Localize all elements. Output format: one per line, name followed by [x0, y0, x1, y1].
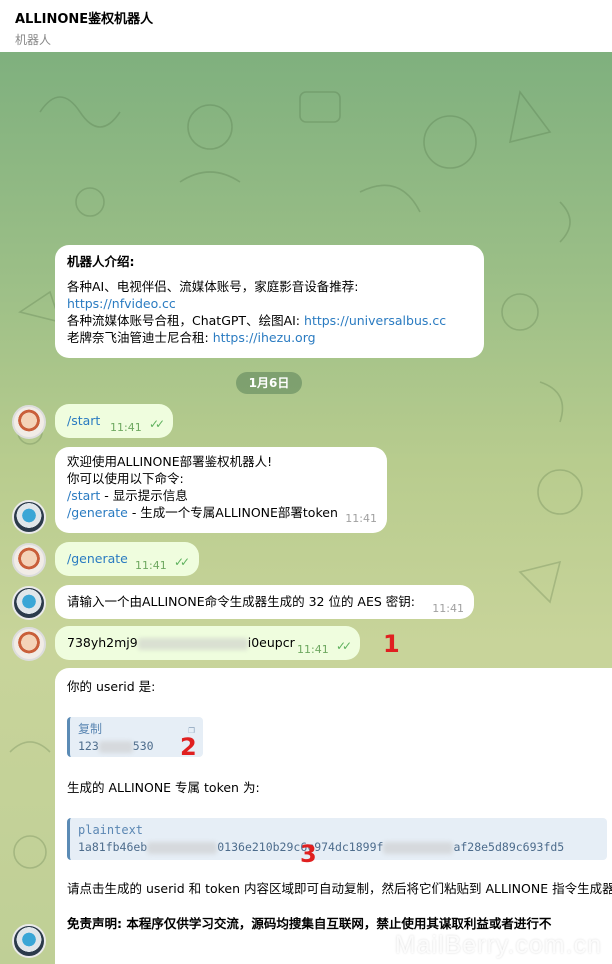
intro-line3-text: 老牌奈飞油管迪士尼合租: — [67, 330, 209, 345]
intro-line1: 各种AI、电视伴侣、流媒体账号，家庭影音设备推荐: — [67, 279, 359, 294]
message-time: 11:41 — [110, 421, 142, 434]
code-language: plaintext — [78, 823, 144, 837]
intro-link2[interactable]: https://universalbus.cc — [304, 313, 446, 328]
token-part4: af28e5d89c693fd5 — [453, 840, 565, 854]
welcome-cmd2-desc: - 生成一个专属ALLINONE部署token — [127, 505, 338, 520]
welcome-line2: 你可以使用以下命令: — [67, 471, 184, 486]
welcome-cmd1-desc: - 显示提示信息 — [100, 488, 188, 503]
start-message[interactable]: /start 11:41 ✓✓ — [55, 404, 173, 438]
bot-avatar[interactable] — [12, 924, 46, 958]
chat-title: ALLINONE鉴权机器人 — [15, 12, 154, 27]
aes-key-end: i0eupcr — [247, 635, 295, 650]
aes-key-start: 738yh2mj9 — [67, 635, 138, 650]
chat-header[interactable]: ALLINONE鉴权机器人 机器人 — [0, 0, 612, 52]
generate-command[interactable]: /generate — [67, 551, 128, 566]
message-time: 11:41 — [345, 512, 377, 525]
disclaimer-text: 免责声明: 本程序仅供学习交流，源码均搜集自互联网，禁止使用其谋取利益或者进行不 — [67, 916, 552, 931]
start-command[interactable]: /start — [67, 413, 100, 428]
user-avatar[interactable] — [12, 543, 46, 577]
welcome-cmd1-row: /start - 显示提示信息 — [67, 487, 375, 504]
redacted-mask — [137, 637, 248, 650]
watermark: MailBerry.com.cn — [394, 931, 602, 959]
welcome-cmd2[interactable]: /generate — [67, 505, 128, 520]
generate-message[interactable]: /generate 11:41 ✓✓ — [55, 542, 199, 576]
intro-line2-text: 各种流媒体账号合租，ChatGPT、绘图AI: — [67, 313, 301, 328]
intro-line3: 老牌奈飞油管迪士尼合租: https://ihezu.org — [67, 329, 472, 346]
intro-message[interactable]: 机器人介绍: 各种AI、电视伴侣、流媒体账号，家庭影音设备推荐: https:/… — [55, 245, 484, 358]
redacted-mask — [147, 841, 218, 854]
message-time: 11:41 — [297, 643, 329, 656]
message-time: 11:41 — [135, 559, 167, 572]
aes-key-message[interactable]: 738yh2mj9 i0eupcr 11:41 ✓✓ — [55, 626, 360, 660]
chat-area[interactable]: 机器人介绍: 各种AI、电视伴侣、流媒体账号，家庭影音设备推荐: https:/… — [0, 52, 612, 964]
intro-line2: 各种流媒体账号合租，ChatGPT、绘图AI: https://universa… — [67, 312, 472, 329]
annotation-marker-2: 2 — [180, 733, 197, 761]
welcome-message[interactable]: 欢迎使用ALLINONE部署鉴权机器人! 你可以使用以下命令: /start -… — [55, 447, 387, 533]
userid-end: 530 — [132, 739, 154, 753]
welcome-cmd2-row: /generate - 生成一个专属ALLINONE部署token — [67, 504, 375, 521]
welcome-line1: 欢迎使用ALLINONE部署鉴权机器人! — [67, 454, 273, 469]
bot-avatar[interactable] — [12, 500, 46, 534]
aes-prompt-message[interactable]: 请输入一个由ALLINONE命令生成器生成的 32 位的 AES 密钥: 11:… — [55, 585, 474, 619]
user-avatar[interactable] — [12, 627, 46, 661]
bot-avatar[interactable] — [12, 586, 46, 620]
userid-start: 123 — [78, 739, 99, 753]
redacted-mask — [383, 841, 454, 854]
intro-heading: 机器人介绍: — [67, 254, 135, 269]
token-value[interactable]: 1a81fb46eb 0136e210b29c6c974dc1899f af28e5… — [78, 839, 599, 856]
instruction-text: 请点击生成的 userid 和 token 内容区域即可自动复制，然后将它们粘贴… — [67, 881, 612, 896]
read-check-icon: ✓✓ — [174, 555, 190, 569]
read-check-icon: ✓✓ — [336, 639, 352, 653]
intro-link1[interactable]: https://nfvideo.cc — [67, 295, 472, 312]
result-message[interactable]: 你的 userid 是: 复制 ❐ 123 530 生成的 ALLINONE 专属 … — [55, 668, 612, 964]
userid-label: 你的 userid 是: — [67, 679, 156, 694]
read-check-icon: ✓✓ — [149, 417, 165, 431]
redacted-mask — [98, 740, 133, 753]
message-time: 11:41 — [432, 602, 464, 615]
copy-label[interactable]: 复制 — [78, 722, 102, 736]
chat-subtitle: 机器人 — [15, 33, 52, 47]
token-label: 生成的 ALLINONE 专属 token 为: — [67, 780, 260, 795]
aes-prompt-text: 请输入一个由ALLINONE命令生成器生成的 32 位的 AES 密钥: — [67, 594, 415, 609]
user-avatar[interactable] — [12, 405, 46, 439]
intro-link3[interactable]: https://ihezu.org — [213, 330, 316, 345]
welcome-cmd1[interactable]: /start — [67, 488, 100, 503]
userid-block-header: 复制 ❐ — [78, 721, 195, 738]
userid-value[interactable]: 123 530 — [78, 738, 195, 755]
token-part1: 1a81fb46eb — [78, 840, 148, 854]
annotation-marker-3: 3 — [300, 840, 317, 868]
token-block[interactable]: plaintext 1a81fb46eb 0136e210b29c6c974dc1… — [67, 818, 607, 860]
date-separator: 1月6日 — [236, 372, 302, 394]
token-part2: 0136e210b29c — [217, 840, 301, 854]
annotation-marker-1: 1 — [383, 630, 400, 658]
